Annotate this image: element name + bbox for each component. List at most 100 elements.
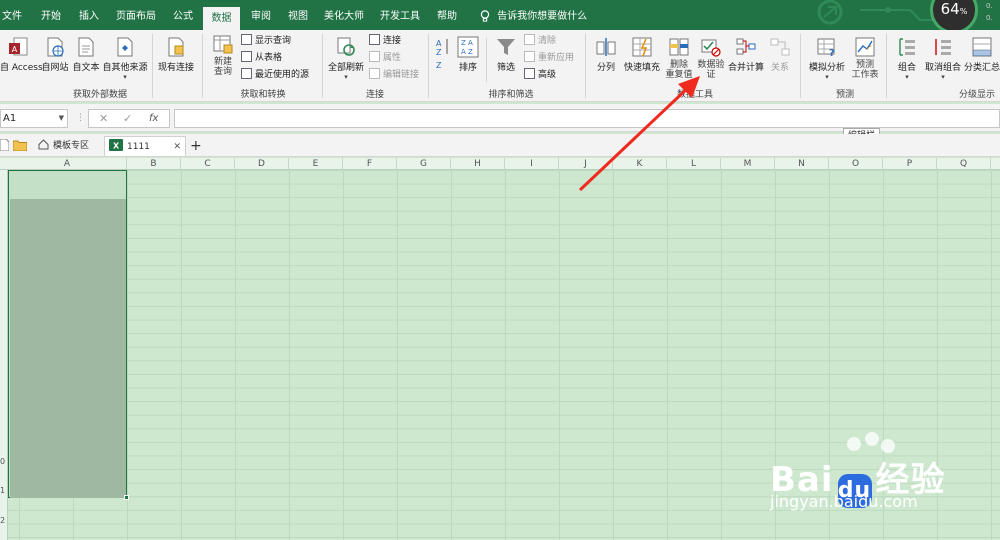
from-text-label: 自文本 <box>72 63 100 73</box>
new-query-button[interactable]: 新建 查询 <box>208 33 238 77</box>
subtotal-button[interactable]: 分类汇总 <box>964 36 1000 73</box>
column-header[interactable]: H <box>451 158 505 170</box>
group-divider <box>486 38 487 82</box>
from-text-button[interactable]: 自文本 <box>71 36 101 73</box>
show-queries-button[interactable]: 显示查询 <box>241 33 291 49</box>
tab-beautify-master[interactable]: 美化大师 <box>320 0 368 30</box>
tab-workbook-file[interactable]: X 1111 ✕ <box>104 136 186 156</box>
column-header[interactable]: D <box>235 158 289 170</box>
ungroup-button[interactable]: 取消组合 ▾ <box>922 36 964 81</box>
tab-help[interactable]: 帮助 <box>432 0 462 30</box>
group-button[interactable]: 组合 ▾ <box>892 36 922 81</box>
recent-sources-icon <box>241 68 252 79</box>
forecast-sheet-label-1: 预测 <box>855 60 874 70</box>
close-icon[interactable]: ✕ <box>173 137 181 157</box>
column-header[interactable]: O <box>829 158 883 170</box>
name-box[interactable]: A1 ▼ <box>0 109 68 128</box>
column-header[interactable]: P <box>883 158 937 170</box>
consolidate-button[interactable]: 合并计算 <box>727 36 765 73</box>
web-page-icon <box>47 37 64 57</box>
column-header[interactable]: I <box>505 158 559 170</box>
recent-sources-button[interactable]: 最近使用的源 <box>241 67 309 83</box>
dropdown-caret-icon: ▾ <box>123 73 127 81</box>
reapply-button[interactable]: 重新应用 <box>524 50 574 66</box>
column-header[interactable]: M <box>721 158 775 170</box>
existing-connections-label: 现有连接 <box>157 63 194 73</box>
folder-icon[interactable] <box>13 139 27 151</box>
sort-ascending-button[interactable]: AZZ <box>432 36 454 78</box>
chevron-down-icon[interactable]: ▼ <box>59 110 64 127</box>
what-if-analysis-button[interactable]: ? 模拟分析 ▾ <box>806 36 848 81</box>
sort-button[interactable]: Z AA Z 排序 <box>456 36 480 73</box>
tab-file[interactable]: 文件 <box>0 0 24 30</box>
from-table-button[interactable]: 从表格 <box>241 50 282 66</box>
template-zone-label: 模板专区 <box>53 141 90 151</box>
refresh-icon <box>337 37 355 56</box>
from-web-label: 自网站 <box>41 63 69 73</box>
row-header[interactable]: 0 <box>0 457 8 466</box>
column-header[interactable]: N <box>775 158 829 170</box>
from-web-button[interactable]: 自网站 <box>40 36 70 73</box>
formula-buttons: ✕ ✓ fx <box>88 109 170 128</box>
new-query-icon <box>213 35 233 54</box>
row-header[interactable]: 2 <box>0 516 8 525</box>
group-divider <box>322 34 323 98</box>
connections-button[interactable]: 连接 <box>369 33 401 49</box>
connections-label: 连接 <box>383 36 402 46</box>
tab-view[interactable]: 视图 <box>283 0 313 30</box>
tab-review[interactable]: 审阅 <box>246 0 276 30</box>
from-access-button[interactable]: A 自 Access <box>0 36 43 73</box>
flash-fill-icon <box>632 37 652 57</box>
svg-text:A: A <box>12 45 18 54</box>
column-header[interactable]: Q <box>937 158 991 170</box>
svg-text:Z: Z <box>436 48 442 57</box>
edit-links-button[interactable]: 编辑链接 <box>369 67 419 83</box>
tab-insert[interactable]: 插入 <box>74 0 104 30</box>
watermark-url: jingyan.baidu.com <box>770 492 918 511</box>
flash-fill-button[interactable]: 快速填充 <box>622 36 662 73</box>
tab-template-zone[interactable]: 模板专区 <box>38 136 89 156</box>
column-header[interactable]: B <box>127 158 181 170</box>
advanced-filter-button[interactable]: 高级 <box>524 67 556 83</box>
sort-icon: Z AA Z <box>457 36 479 58</box>
svg-text:X: X <box>113 142 120 151</box>
tab-data[interactable]: 数据 <box>203 7 240 30</box>
refresh-all-button[interactable]: 全部刷新 ▾ <box>326 36 366 81</box>
forecast-sheet-button[interactable]: 预测 工作表 <box>850 36 880 80</box>
fill-handle[interactable] <box>124 495 129 500</box>
existing-connections-button[interactable]: 现有连接 <box>156 36 196 73</box>
data-validation-label-1: 数据验 <box>697 60 725 70</box>
selected-range[interactable] <box>10 199 126 498</box>
page-icon[interactable] <box>0 139 9 151</box>
tab-home[interactable]: 开始 <box>36 0 66 30</box>
add-tab-button[interactable]: + <box>190 136 202 156</box>
forecast-sheet-icon <box>855 37 875 57</box>
relationships-button[interactable]: 关系 <box>767 36 793 73</box>
column-header[interactable]: A <box>8 158 127 170</box>
column-header[interactable]: C <box>181 158 235 170</box>
column-header[interactable]: F <box>343 158 397 170</box>
group-label-get-transform: 获取和转换 <box>240 90 286 100</box>
clear-filter-button[interactable]: 清除 <box>524 33 556 49</box>
cancel-icon[interactable]: ✕ <box>99 112 108 125</box>
tab-formulas[interactable]: 公式 <box>168 0 198 30</box>
group-label-connections: 连接 <box>365 90 384 100</box>
column-header[interactable]: E <box>289 158 343 170</box>
text-to-columns-button[interactable]: 分列 <box>592 36 620 73</box>
column-headers: A B C D E F G H I J K L M N O P Q <box>0 158 1000 170</box>
relationships-label: 关系 <box>770 63 789 73</box>
badge-value: 64 <box>940 0 960 18</box>
column-header[interactable]: G <box>397 158 451 170</box>
what-if-icon: ? <box>817 38 835 58</box>
filter-button[interactable]: 筛选 <box>492 36 520 73</box>
properties-button[interactable]: 属性 <box>369 50 401 66</box>
tell-me-box[interactable]: 告诉我你想要做什么 <box>480 0 587 30</box>
tab-page-layout[interactable]: 页面布局 <box>112 0 160 30</box>
row-headers: 0 1 2 <box>0 170 8 540</box>
insert-function-button[interactable]: fx <box>149 113 158 124</box>
edit-links-label: 编辑链接 <box>383 70 420 80</box>
tab-developer[interactable]: 开发工具 <box>375 0 425 30</box>
from-other-sources-button[interactable]: 自其他来源 ▾ <box>102 36 148 81</box>
confirm-check-icon[interactable]: ✓ <box>123 112 132 125</box>
row-header[interactable]: 1 <box>0 486 8 495</box>
